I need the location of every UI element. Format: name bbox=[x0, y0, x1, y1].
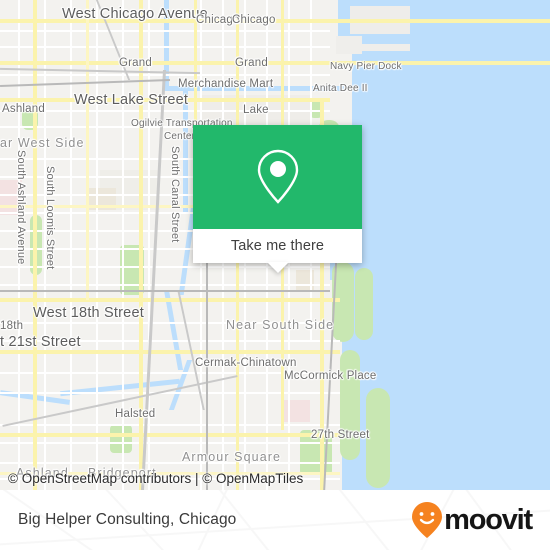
footer-bar: Big Helper Consulting, Chicago moovit bbox=[0, 490, 550, 550]
card-action-area[interactable]: Take me there bbox=[193, 229, 362, 263]
map-street-label-vertical: South Canal Street bbox=[169, 146, 181, 243]
map-label: Near South Side bbox=[226, 318, 335, 332]
map-arterial-grand-ave bbox=[0, 61, 550, 65]
map-label: Halsted bbox=[115, 408, 156, 420]
map-arterial-31st bbox=[0, 433, 340, 437]
map-road-v-3 bbox=[70, 0, 72, 490]
map-arterial-ashland bbox=[33, 0, 37, 490]
map-label: Lake bbox=[243, 104, 269, 116]
map-park-lakefront-south bbox=[340, 350, 360, 460]
map-attribution[interactable]: © OpenStreetMap contributors | © OpenMap… bbox=[0, 469, 550, 490]
map-label: Ashland bbox=[2, 103, 45, 115]
card-image-area bbox=[193, 125, 362, 229]
moovit-smiley-pin-icon bbox=[412, 502, 443, 538]
map-label: Merchandise Mart bbox=[178, 78, 274, 90]
map-label: Cermak-Chinatown bbox=[195, 357, 297, 369]
map-park-northerly-island bbox=[355, 268, 373, 340]
map-pin-icon bbox=[257, 149, 298, 204]
map-label: t 21st Street bbox=[0, 334, 81, 350]
map-arterial-cermak bbox=[0, 350, 340, 354]
location-popup-card[interactable]: Take me there bbox=[193, 125, 362, 273]
map-label: West 18th Street bbox=[33, 305, 144, 321]
map-label: 18th bbox=[0, 320, 24, 332]
moovit-brand-logo[interactable]: moovit bbox=[411, 501, 533, 539]
map-road-v-4 bbox=[96, 0, 98, 490]
place-title: Big Helper Consulting, Chicago bbox=[18, 511, 237, 528]
map-arterial-18th bbox=[0, 298, 340, 302]
moovit-map-screenshot: West Chicago Avenue Chicago Chicago Grand Gr… bbox=[0, 0, 550, 550]
map-label: Armour Square bbox=[182, 450, 282, 464]
map-rail-yard bbox=[0, 290, 330, 292]
map-label: Center bbox=[164, 131, 196, 142]
map-label: Anita Dee II bbox=[313, 83, 368, 94]
map-park-bridgeport bbox=[110, 425, 132, 453]
map-arterial-racine bbox=[86, 0, 89, 300]
map-block-mccormick-hall bbox=[282, 400, 310, 422]
card-pointer-tail bbox=[266, 262, 289, 273]
map-label: 27th Street bbox=[311, 429, 370, 441]
map-label: Chicago bbox=[232, 14, 276, 26]
map-street-label-vertical: South Ashland Avenue bbox=[15, 150, 27, 265]
footer-content: Big Helper Consulting, Chicago moovit bbox=[0, 490, 550, 550]
map-label: McCormick Place bbox=[284, 370, 377, 382]
map-label: West Lake Street bbox=[74, 92, 189, 108]
map-canvas[interactable]: West Chicago Avenue Chicago Chicago Grand Gr… bbox=[0, 0, 550, 490]
take-me-there-label: Take me there bbox=[230, 238, 325, 254]
map-label: West Chicago Avenue bbox=[62, 6, 208, 22]
map-land-harbor-block bbox=[336, 36, 362, 54]
moovit-wordmark: moovit bbox=[444, 503, 533, 536]
map-label: ar West Side bbox=[0, 136, 85, 150]
map-label: Grand bbox=[235, 57, 268, 69]
map-label: Navy Pier Dock bbox=[330, 61, 402, 72]
map-label: Grand bbox=[119, 57, 152, 69]
map-street-label-vertical: South Loomis Street bbox=[44, 166, 56, 270]
